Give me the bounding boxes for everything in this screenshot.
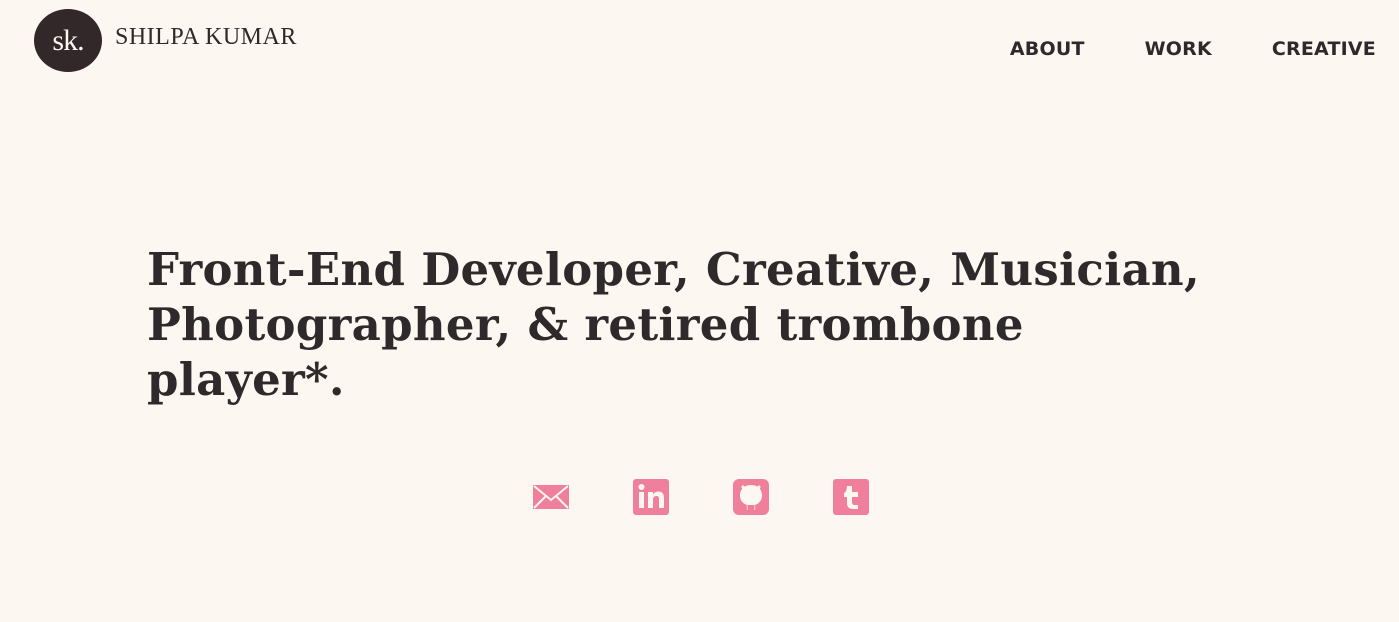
envelope-icon (533, 485, 569, 509)
logo-badge: sk. (34, 9, 102, 72)
email-link[interactable] (533, 479, 569, 515)
nav-work[interactable]: WORK (1145, 38, 1212, 60)
nav-creative[interactable]: CREATIVE (1272, 38, 1376, 60)
site-name: SHILPA KUMAR (115, 24, 297, 50)
nav-about[interactable]: ABOUT (1010, 38, 1085, 60)
tumblr-link[interactable] (833, 479, 869, 515)
hero-headline: Front-End Developer, Creative, Musician,… (147, 243, 1200, 406)
social-links (533, 479, 869, 515)
logo-link[interactable]: sk. SHILPA KUMAR (34, 9, 297, 72)
linkedin-icon (633, 479, 669, 515)
linkedin-link[interactable] (633, 479, 669, 515)
main-nav: ABOUT WORK CREATIVE (1010, 38, 1376, 60)
tumblr-icon (833, 479, 869, 515)
github-icon (733, 479, 769, 515)
github-link[interactable] (733, 479, 769, 515)
